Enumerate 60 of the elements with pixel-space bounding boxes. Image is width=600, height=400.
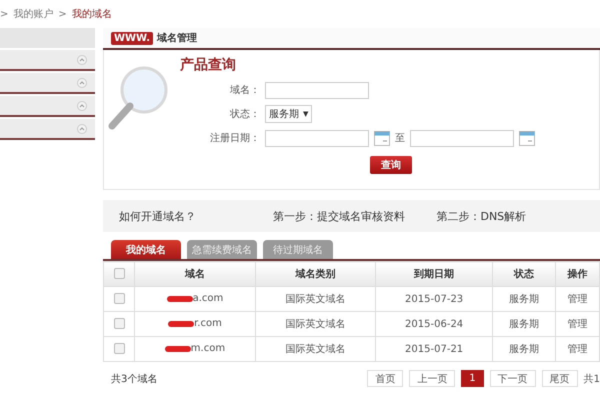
table-cell: 国际英文域名 — [255, 336, 376, 362]
breadcrumb-separator: > — [0, 8, 8, 20]
sidebar-item[interactable] — [0, 50, 95, 71]
domain-text: a.com — [192, 293, 224, 304]
column-header: 域名类别 — [255, 262, 376, 286]
page-button[interactable]: 首页 — [367, 370, 404, 387]
breadcrumb-link[interactable]: 我的账户 — [13, 7, 54, 21]
start-date-input[interactable] — [265, 130, 369, 146]
chevron-up-icon — [77, 78, 87, 88]
table-cell: 服务期 — [492, 336, 556, 362]
field-label: 域名： — [229, 84, 260, 97]
total-count: 共3个域名 — [111, 372, 158, 386]
panel-title: 域名管理 — [157, 32, 198, 45]
row-checkbox[interactable] — [114, 343, 124, 354]
field-label: 状态： — [229, 108, 260, 121]
guide-question[interactable]: 如何开通域名？ — [119, 208, 273, 224]
column-header: 操作 — [556, 262, 600, 286]
guide-step: 第一步：提交域名审核资料 — [272, 208, 436, 224]
search-button[interactable]: 查询 — [370, 156, 412, 174]
table-cell: 服务期 — [492, 312, 556, 336]
column-header: 状态 — [492, 262, 556, 286]
calendar-icon[interactable] — [374, 130, 390, 146]
select-all-checkbox[interactable] — [114, 268, 124, 280]
domain-input[interactable] — [265, 82, 369, 98]
domain-text: m.com — [190, 343, 226, 354]
column-header: 域名 — [134, 262, 256, 286]
chevron-up-icon — [77, 124, 87, 134]
table-cell: 2015-07-21 — [376, 336, 492, 362]
field-label: 注册日期： — [209, 132, 260, 145]
chevron-up-icon — [77, 100, 87, 110]
table-cell: 国际英文域名 — [255, 286, 376, 312]
page-button[interactable]: 尾页 — [542, 370, 578, 387]
sidebar-item[interactable] — [0, 119, 95, 140]
page-count: 共1 — [584, 372, 600, 386]
redaction-mark — [166, 296, 193, 302]
end-date-input[interactable] — [410, 130, 514, 146]
row-checkbox[interactable] — [114, 318, 124, 330]
www-badge: WWW. — [111, 32, 154, 44]
page-button[interactable]: 上一页 — [409, 370, 456, 387]
chevron-up-icon — [77, 54, 87, 64]
tab[interactable]: 我的域名 — [111, 240, 181, 259]
table-cell: 国际英文域名 — [255, 312, 376, 336]
domain-text: r.com — [194, 318, 222, 330]
search-heading: 产品查询 — [180, 56, 236, 74]
breadcrumb-link[interactable]: 我的域名 — [72, 7, 112, 21]
table-cell: 服务期 — [492, 286, 556, 312]
redaction-mark — [168, 320, 194, 327]
range-separator: 至 — [395, 132, 405, 145]
calendar-icon[interactable] — [519, 130, 535, 146]
table-cell: 2015-06-24 — [376, 312, 492, 336]
page-button[interactable]: 下一页 — [490, 370, 536, 387]
row-checkbox[interactable] — [114, 293, 124, 304]
breadcrumb-separator: > — [58, 8, 67, 20]
sidebar-item[interactable] — [0, 73, 95, 94]
sidebar-item[interactable] — [0, 96, 95, 117]
table-cell: 2015-07-23 — [376, 286, 492, 312]
guide-step: 第二步：DNS解析 — [436, 208, 600, 224]
column-header: 到期日期 — [376, 262, 492, 286]
redaction-mark — [164, 346, 191, 352]
page-button[interactable]: 1 — [461, 370, 484, 387]
